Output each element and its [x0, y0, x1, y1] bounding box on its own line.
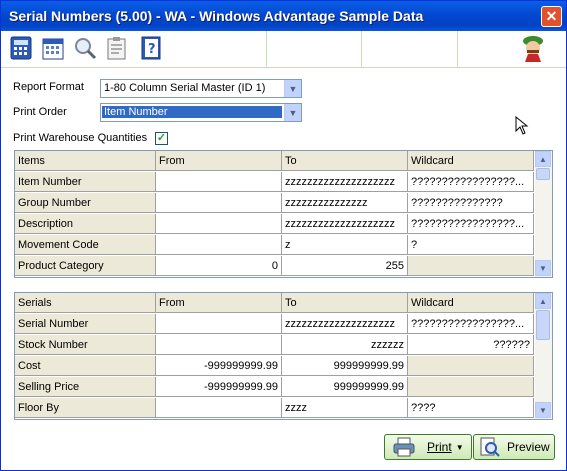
from-cell[interactable] [156, 172, 282, 192]
from-cell[interactable] [156, 214, 282, 234]
row-label: Cost [15, 356, 156, 376]
print-warehouse-label: Print Warehouse Quantities [13, 132, 148, 144]
row-label: Description [15, 214, 156, 234]
chevron-down-icon[interactable]: ▼ [284, 104, 301, 121]
wildcard-cell [408, 256, 534, 276]
row-label: Item Number [15, 172, 156, 192]
from-cell[interactable] [156, 398, 282, 418]
from-cell[interactable] [156, 314, 282, 334]
row-label: Selling Price [15, 377, 156, 397]
from-cell[interactable]: 0 [156, 256, 282, 276]
serials-grid: Serials From To Wildcard Serial Number z… [14, 292, 553, 420]
calendar-icon[interactable] [41, 35, 65, 61]
items-header-from: From [156, 151, 282, 171]
to-cell[interactable]: 999999999.99 [282, 377, 408, 397]
serials-header-from: From [156, 293, 282, 313]
serials-scrollbar[interactable]: ▲ ▼ [535, 293, 552, 419]
wildcard-cell [408, 356, 534, 376]
row-label: Movement Code [15, 235, 156, 255]
wildcard-cell [408, 377, 534, 397]
to-cell[interactable]: zzzzzzzzzzzzzzzzzzzz [282, 172, 408, 192]
from-cell[interactable]: -999999999.99 [156, 356, 282, 376]
serials-header-to: To [282, 293, 408, 313]
from-cell[interactable] [156, 193, 282, 213]
mouse-cursor-icon [515, 116, 529, 135]
print-button-label: Print [427, 440, 452, 454]
from-cell[interactable]: -999999999.99 [156, 377, 282, 397]
help-book-icon[interactable]: ? [139, 35, 163, 61]
serials-header-name: Serials [15, 293, 156, 313]
print-order-select[interactable]: Item Number ▼ [100, 103, 302, 122]
row-label: Product Category [15, 256, 156, 276]
items-header-to: To [282, 151, 408, 171]
items-header-wildcard: Wildcard [408, 151, 534, 171]
scrollbar-thumb[interactable] [536, 310, 550, 340]
wildcard-cell[interactable]: ?????? [408, 335, 534, 355]
report-format-select[interactable]: 1-80 Column Serial Master (ID 1) ▼ [100, 79, 302, 98]
title-bar[interactable]: Serial Numbers (5.00) - WA - Windows Adv… [1, 1, 566, 31]
chevron-down-icon[interactable]: ▼ [284, 80, 301, 97]
row-label: Floor By [15, 398, 156, 418]
scrollbar-thumb[interactable] [536, 168, 550, 180]
to-cell[interactable]: zzzzzzzzzzzzzzzzzzzz [282, 314, 408, 334]
to-cell[interactable]: 999999999.99 [282, 356, 408, 376]
serial-numbers-window: Serial Numbers (5.00) - WA - Windows Adv… [0, 0, 567, 471]
wildcard-cell[interactable]: ??????????????? [408, 193, 534, 213]
row-label: Stock Number [15, 335, 156, 355]
chevron-up-icon[interactable]: ▲ [535, 293, 551, 309]
wildcard-cell[interactable]: ?????????????????... [408, 172, 534, 192]
magnifier-icon[interactable] [73, 35, 97, 61]
to-cell[interactable]: zzzzzz [282, 335, 408, 355]
chevron-down-icon[interactable]: ▼ [535, 402, 551, 418]
svg-text:?: ? [148, 42, 156, 57]
toolbar-divider [457, 31, 458, 67]
toolbar-divider [361, 31, 362, 67]
to-cell[interactable]: zzzzzzzzzzzzzzzzzzzz [282, 214, 408, 234]
report-format-value: 1-80 Column Serial Master (ID 1) [104, 82, 266, 94]
preview-magnifier-icon [480, 437, 500, 457]
window-title: Serial Numbers (5.00) - WA - Windows Adv… [9, 8, 424, 24]
to-cell[interactable]: 255 [282, 256, 408, 276]
close-button[interactable]: ✕ [541, 6, 562, 27]
wildcard-cell[interactable]: ? [408, 235, 534, 255]
row-label: Group Number [15, 193, 156, 213]
mascot-icon [517, 35, 549, 62]
wildcard-cell[interactable]: ?????????????????... [408, 214, 534, 234]
preview-button[interactable]: Preview [473, 434, 555, 460]
row-label: Serial Number [15, 314, 156, 334]
wildcard-cell[interactable]: ???? [408, 398, 534, 418]
report-format-label: Report Format [13, 81, 84, 93]
to-cell[interactable]: zzzzzzzzzzzzzzz [282, 193, 408, 213]
to-cell[interactable]: zzzz [282, 398, 408, 418]
print-order-value: Item Number [102, 106, 282, 118]
calculator-icon[interactable] [9, 35, 33, 61]
to-cell[interactable]: z [282, 235, 408, 255]
chevron-down-icon[interactable]: ▼ [535, 260, 551, 276]
chevron-up-icon[interactable]: ▲ [535, 151, 551, 167]
wildcard-cell[interactable]: ?????????????????... [408, 314, 534, 334]
from-cell[interactable] [156, 335, 282, 355]
items-scrollbar[interactable]: ▲ ▼ [535, 151, 552, 277]
toolbar: ? [1, 31, 566, 68]
print-order-label: Print Order [13, 106, 67, 118]
caret-down-icon[interactable]: ▼ [456, 443, 464, 452]
main-content: Report Format 1-80 Column Serial Master … [1, 68, 566, 470]
toolbar-divider [266, 31, 267, 67]
from-cell[interactable] [156, 235, 282, 255]
print-warehouse-checkbox[interactable]: ✓ [155, 132, 168, 145]
print-button[interactable]: Print ▼ [384, 434, 472, 460]
serials-header-wildcard: Wildcard [408, 293, 534, 313]
printer-icon [393, 437, 415, 457]
preview-button-label: Preview [507, 440, 550, 454]
items-grid: Items From To Wildcard Item Number zzzzz… [14, 150, 553, 278]
items-header-name: Items [15, 151, 156, 171]
clipboard-icon[interactable] [105, 35, 129, 61]
